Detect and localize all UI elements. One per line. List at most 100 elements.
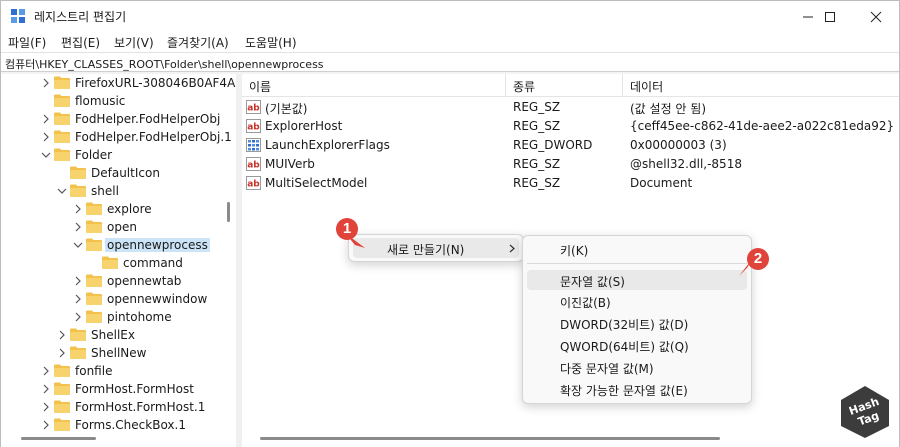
- tree-item-label: shell: [91, 184, 119, 198]
- chevron-right-icon[interactable]: [41, 366, 51, 376]
- value-row[interactable]: ab ExplorerHost REG_SZ {ceff45ee-c862-41de-…: [242, 117, 899, 136]
- submenu-binary-value[interactable]: 이진값(B): [527, 291, 747, 311]
- submenu-expandable-string-value-label: 확장 가능한 문자열 값(E): [560, 384, 688, 398]
- chevron-right-icon[interactable]: [57, 348, 67, 358]
- folder-icon: [70, 184, 86, 197]
- submenu-string-value[interactable]: 문자열 값(S): [527, 270, 747, 290]
- tree-item[interactable]: explore: [1, 200, 221, 218]
- tree-item-label: command: [123, 256, 183, 270]
- value-row[interactable]: ab (기본값) REG_SZ (값 설정 안 됨): [242, 98, 899, 117]
- menu-bar: 파일(F) 편집(E) 보기(V) 즐겨찾기(A) 도움말(H): [1, 32, 899, 52]
- chevron-right-icon[interactable]: [41, 402, 51, 412]
- chevron-right-icon[interactable]: [73, 276, 83, 286]
- folder-icon: [70, 328, 86, 341]
- svg-text:ab: ab: [247, 104, 260, 114]
- folder-icon: [70, 346, 86, 359]
- title-bar[interactable]: 레지스트리 편집기: [1, 1, 899, 32]
- chevron-down-icon[interactable]: [73, 240, 83, 250]
- new-submenu: 키(K) 문자열 값(S) 이진값(B) DWORD(32비트) 값(D) QW…: [522, 235, 752, 404]
- submenu-qword-value[interactable]: QWORD(64비트) 값(Q): [527, 335, 747, 355]
- submenu-qword-value-label: QWORD(64비트) 값(Q): [560, 340, 689, 354]
- tree-item[interactable]: Forms.CheckBox.1: [1, 416, 221, 434]
- address-bar[interactable]: 컴퓨터\HKEY_CLASSES_ROOT\Folder\shell\openn…: [1, 52, 899, 72]
- tree-item-label: FormHost.FormHost: [75, 382, 194, 396]
- submenu-multi-string-value[interactable]: 다중 문자열 값(M): [527, 357, 747, 377]
- close-button[interactable]: [853, 1, 899, 32]
- chevron-right-icon[interactable]: [73, 222, 83, 232]
- folder-icon: [54, 112, 70, 125]
- tree-horizontal-scrollbar[interactable]: [21, 437, 96, 440]
- string-value-icon: ab: [246, 100, 261, 114]
- tree-item[interactable]: DefaultIcon: [1, 164, 221, 182]
- tree-item[interactable]: command: [1, 254, 221, 272]
- tree-item[interactable]: open: [1, 218, 221, 236]
- chevron-right-icon[interactable]: [41, 420, 51, 430]
- folder-icon: [54, 76, 70, 89]
- value-row[interactable]: LaunchExplorerFlags REG_DWORD 0x00000003 (…: [242, 136, 899, 155]
- column-header-name[interactable]: 이름: [242, 74, 506, 96]
- tree-item[interactable]: FodHelper.FodHelperObj: [1, 110, 221, 128]
- value-row[interactable]: ab MultiSelectModel REG_SZ Document: [242, 174, 899, 193]
- tree-item[interactable]: fonfile: [1, 362, 221, 380]
- tree-item[interactable]: FirefoxURL-308046B0AF4A: [1, 74, 235, 92]
- key-tree-pane[interactable]: FirefoxURL-308046B0AF4A flomusic FodHelper…: [1, 74, 236, 447]
- menu-edit[interactable]: 편집(E): [61, 34, 100, 51]
- chevron-right-icon[interactable]: [41, 114, 51, 124]
- context-menu-new[interactable]: 새로 만들기(N): [353, 238, 519, 258]
- value-data: {ceff45ee-c862-41de-aee2-a022c81eda92}: [630, 119, 895, 133]
- chevron-right-icon[interactable]: [73, 204, 83, 214]
- folder-icon: [54, 364, 70, 377]
- tree-item[interactable]: FodHelper.FodHelperObj.1: [1, 128, 232, 146]
- menu-file[interactable]: 파일(F): [8, 34, 46, 51]
- tree-item-label: opennewprocess: [105, 238, 210, 252]
- context-menu-new-label: 새로 만들기(N): [387, 243, 465, 257]
- submenu-dword-value[interactable]: DWORD(32비트) 값(D): [527, 313, 747, 333]
- submenu-binary-value-label: 이진값(B): [560, 296, 611, 310]
- tree-item[interactable]: flomusic: [1, 92, 221, 110]
- list-horizontal-scrollbar[interactable]: [260, 437, 720, 440]
- value-name: MUIVerb: [265, 157, 315, 171]
- tree-item[interactable]: FormHost.FormHost: [1, 380, 221, 398]
- menu-view[interactable]: 보기(V): [114, 34, 154, 51]
- folder-icon: [86, 202, 102, 215]
- folder-icon: [86, 220, 102, 233]
- tree-item-label: explore: [107, 202, 152, 216]
- menu-help[interactable]: 도움말(H): [245, 34, 297, 51]
- value-type: REG_SZ: [513, 119, 561, 133]
- address-path[interactable]: 컴퓨터\HKEY_CLASSES_ROOT\Folder\shell\openn…: [5, 56, 324, 72]
- tree-item[interactable]: FormHost.FormHost.1: [1, 398, 221, 416]
- registry-editor-window: 레지스트리 편집기 파일(F) 편집(E) 보기(V) 즐겨찾기(A) 도움말(…: [0, 0, 900, 447]
- tree-item-label: FirefoxURL-308046B0AF4A: [75, 76, 236, 90]
- menu-favorites[interactable]: 즐겨찾기(A): [167, 34, 229, 51]
- tree-item[interactable]: ShellEx: [1, 326, 221, 344]
- chevron-right-icon[interactable]: [73, 312, 83, 322]
- tree-item[interactable]: opennewwindow: [1, 290, 221, 308]
- tree-item[interactable]: pintohome: [1, 308, 221, 326]
- column-header-type[interactable]: 종류: [506, 74, 623, 96]
- chevron-right-icon[interactable]: [73, 294, 83, 304]
- tree-item-label: flomusic: [75, 94, 126, 108]
- tree-item[interactable]: shell: [1, 182, 221, 200]
- value-row[interactable]: ab MUIVerb REG_SZ @shell32.dll,-8518: [242, 155, 899, 174]
- tree-scroll-thumb[interactable]: [227, 202, 230, 222]
- chevron-right-icon[interactable]: [41, 132, 51, 142]
- submenu-key[interactable]: 키(K): [527, 239, 747, 259]
- tree-item[interactable]: ShellNew: [1, 344, 221, 362]
- tree-item[interactable]: opennewprocess: [1, 236, 221, 254]
- tree-item-label: pintohome: [107, 310, 172, 324]
- value-name: (기본값): [265, 102, 308, 116]
- chevron-down-icon[interactable]: [57, 186, 67, 196]
- chevron-down-icon[interactable]: [41, 150, 51, 160]
- tree-item[interactable]: Folder: [1, 146, 221, 164]
- chevron-right-icon[interactable]: [57, 330, 67, 340]
- chevron-right-icon[interactable]: [41, 384, 51, 394]
- value-type: REG_SZ: [513, 100, 561, 114]
- folder-icon: [54, 382, 70, 395]
- submenu-expandable-string-value[interactable]: 확장 가능한 문자열 값(E): [527, 379, 747, 399]
- tree-vertical-scrollbar[interactable]: [225, 74, 233, 434]
- maximize-button[interactable]: [807, 1, 853, 32]
- tree-item[interactable]: opennewtab: [1, 272, 221, 290]
- value-name: ExplorerHost: [265, 119, 343, 133]
- column-header-data[interactable]: 데이터: [623, 74, 899, 96]
- chevron-right-icon[interactable]: [41, 78, 51, 88]
